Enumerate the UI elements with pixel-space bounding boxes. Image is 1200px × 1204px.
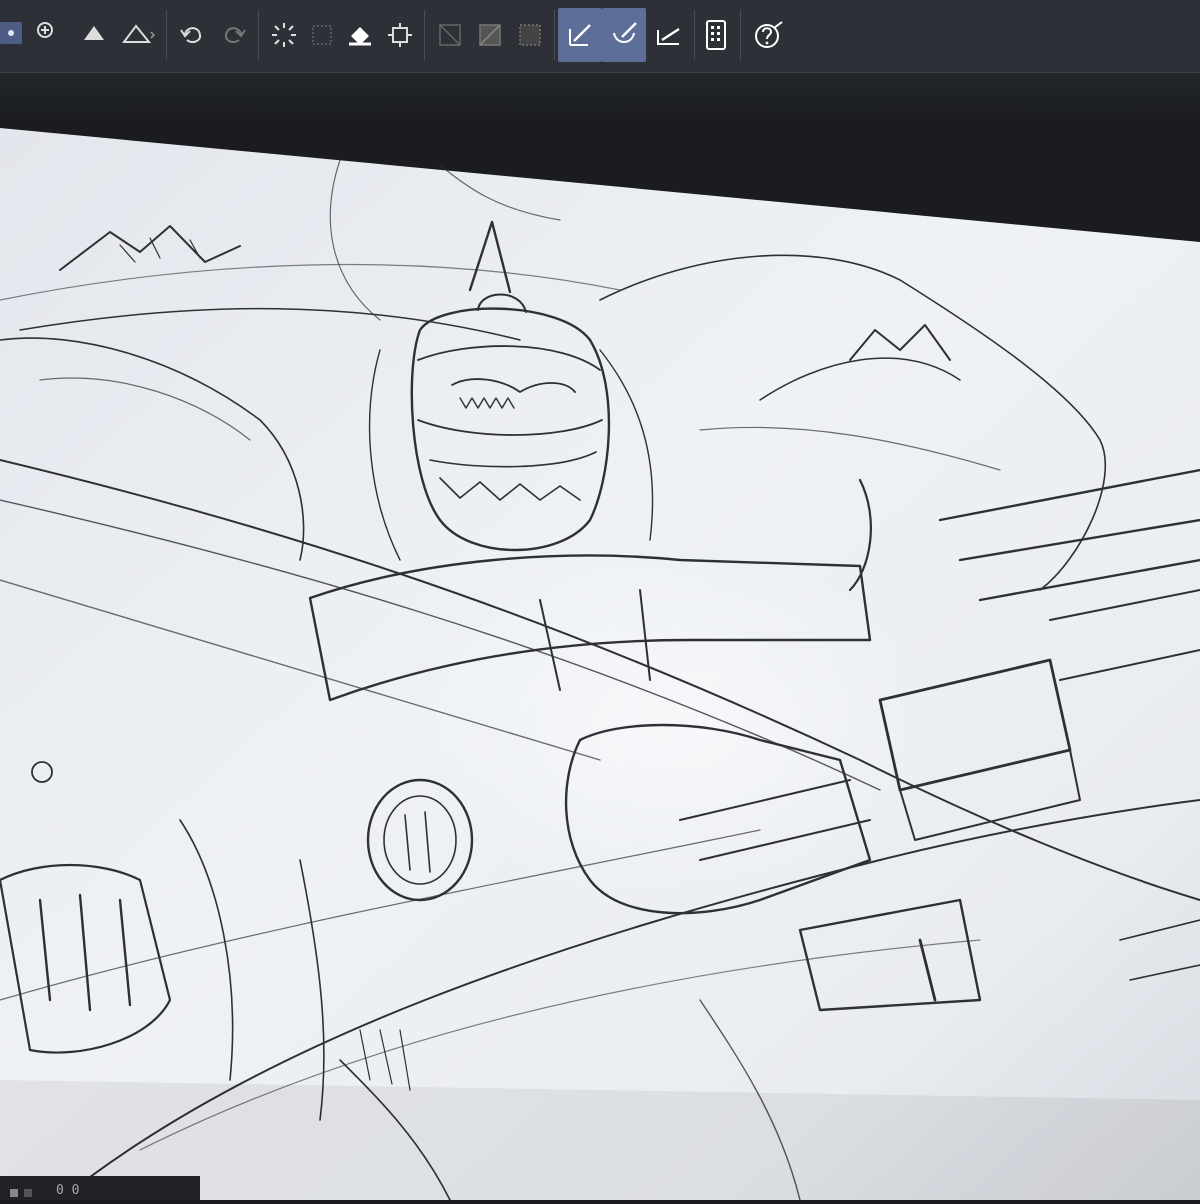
sketch-artwork	[0, 128, 1200, 1201]
panel-toggle-button[interactable]	[0, 22, 22, 44]
toolbar-separator	[424, 10, 425, 60]
toolbar-separator	[694, 10, 695, 60]
ruler-curve-icon[interactable]	[602, 8, 646, 62]
undo-icon[interactable]	[172, 8, 212, 62]
help-icon[interactable]	[748, 8, 790, 62]
loading-spinner-icon[interactable]	[264, 8, 304, 62]
selection-fill-icon[interactable]	[470, 8, 510, 62]
ruler-line-icon[interactable]	[648, 8, 688, 62]
app-toolbar	[0, 0, 1200, 118]
toolbar-separator	[554, 10, 555, 60]
selection-pattern-icon[interactable]	[510, 8, 550, 62]
layer-mask-icon[interactable]	[304, 8, 340, 62]
toolbar-separator	[258, 10, 259, 60]
mountain-shape-icon[interactable]	[116, 8, 160, 62]
crop-icon[interactable]	[380, 8, 420, 62]
toolbar-separator	[740, 10, 741, 60]
status-text: 0 0	[56, 1183, 80, 1198]
toolbar-separator	[166, 10, 167, 60]
selection-clear-icon[interactable]	[430, 8, 470, 62]
ruler-pen-icon[interactable]	[558, 8, 602, 62]
drawing-canvas[interactable]	[0, 0, 1200, 1201]
tablet-icon[interactable]	[698, 8, 734, 62]
layer-status-icon	[10, 1184, 46, 1197]
redo-icon[interactable]	[214, 8, 254, 62]
transform-icon[interactable]	[28, 8, 72, 62]
paint-bucket-icon[interactable]	[340, 8, 380, 62]
fill-icon[interactable]	[74, 8, 114, 62]
